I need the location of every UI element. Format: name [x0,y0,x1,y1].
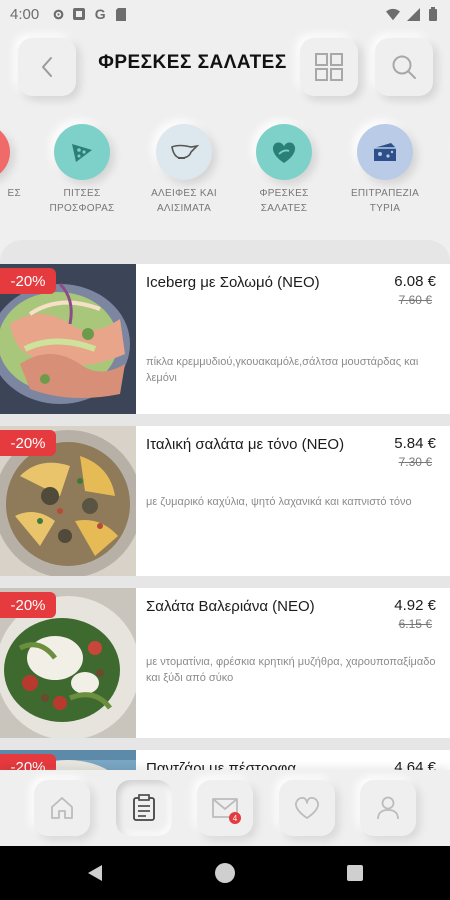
search-icon [392,55,416,79]
system-recents-icon[interactable] [347,865,363,881]
discount-badge: -20% [0,268,56,294]
product-price: 4.92 € [394,597,436,614]
product-old-price: 7.60 € [398,293,432,307]
page-title: ΦΡΕΣΚΕΣ ΣΑΛΑΤΕΣ [98,52,287,73]
bottom-navigation: 4 [0,770,450,846]
product-description: με ντοματίνια, φρέσκια κρητική μυζήθρα, … [146,656,436,684]
wifi-icon [386,7,400,21]
category-item-partial[interactable] [436,112,450,180]
discount-badge: -20% [0,430,56,456]
category-label: ΠΙΤΣΕΣ ΠΡΟΣΦΟΡΑΣ [49,188,115,214]
product-card[interactable]: -20% Ιταλική σαλάτα με τόνο (ΝΕΟ) 5.84 €… [0,426,450,576]
notification-icon [72,7,86,21]
product-card[interactable]: -20% Σαλάτα Βαλεριάνα (ΝΕΟ) 4.92 € 6.15 … [0,588,450,738]
category-item-salads[interactable]: ΦΡΕΣΚΕΣ ΣΑΛΑΤΕΣ [234,112,334,216]
header: ΦΡΕΣΚΕΣ ΣΑΛΑΤΕΣ [0,36,450,98]
category-item-sauces[interactable]: ΑΛΕΙΦΕΣ ΚΑΙ ΑΛΙΣΙΜΑΤΑ [134,112,234,216]
category-strip[interactable]: ΕΣ ΠΙΤΣΕΣ ΠΡΟΣΦΟΡΑΣ ΑΛΕΙΦΕΣ ΚΑΙ ΑΛΙΣΙΜΑΤ… [0,112,450,222]
nav-cart-button[interactable]: 4 [197,780,253,836]
system-navigation-bar [0,846,450,900]
nav-menu-button[interactable] [116,780,172,836]
nav-favorites-button[interactable] [279,780,335,836]
product-image: -20% [0,588,136,738]
nav-profile-button[interactable] [360,780,416,836]
salad-heart-icon [256,124,312,180]
product-old-price: 7.30 € [398,455,432,469]
product-name: Ιταλική σαλάτα με τόνο (ΝΕΟ) [146,436,345,453]
cheese-icon [357,124,413,180]
product-list[interactable]: -20% Iceberg με Σολωμό (ΝΕΟ) 6.08 € 7.60… [0,240,450,780]
category-label: ΕΠΙΤΡΑΠΕΖΙΑ ΤΥΡΙΑ [350,188,420,214]
category-item[interactable]: ΕΣ [0,112,32,201]
product-image: -20% [0,264,136,414]
grid-icon [315,53,343,81]
status-time: 4:00 [10,5,40,23]
product-card[interactable]: -20% Iceberg με Σολωμό (ΝΕΟ) 6.08 € 7.60… [0,264,450,414]
category-label: ΦΡΕΣΚΕΣ ΣΑΛΑΤΕΣ [259,188,309,214]
product-name: Σαλάτα Βαλεριάνα (ΝΕΟ) [146,598,315,615]
heart-icon [295,796,319,819]
product-image: -20% [0,426,136,576]
product-name: Iceberg με Σολωμό (ΝΕΟ) [146,274,320,291]
category-item-cheese[interactable]: ΕΠΙΤΡΑΠΕΖΙΑ ΤΥΡΙΑ [335,112,435,216]
battery-icon [426,7,440,21]
status-bar: 4:00 G [0,0,450,28]
settings-icon [51,7,65,21]
system-home-icon[interactable] [215,863,235,883]
product-description: με ζυμαρικό καχύλια, ψητό λαχανικά και κ… [146,496,412,508]
chevron-left-icon [42,57,52,77]
nav-home-button[interactable] [34,780,90,836]
category-label: ΕΣ [7,188,21,199]
search-button[interactable] [375,38,433,96]
pizza-icon [54,124,110,180]
discount-badge: -20% [0,592,56,618]
system-back-icon[interactable] [86,864,104,882]
sim-card-icon [114,7,128,21]
home-icon [51,797,73,819]
product-price: 6.08 € [394,273,436,290]
gravy-boat-icon [156,124,212,180]
product-price: 5.84 € [394,435,436,452]
signal-icon [406,7,420,21]
user-icon [377,796,399,820]
category-item-pizza[interactable]: ΠΙΤΣΕΣ ΠΡΟΣΦΟΡΑΣ [32,112,132,216]
product-description: πίκλα κρεμμυδιού,γκουακαμόλε,σάλτσα μουσ… [146,356,419,384]
google-icon: G [94,6,106,22]
menu-document-icon [133,794,155,821]
back-button[interactable] [18,38,76,96]
cart-badge: 4 [229,812,241,824]
product-old-price: 6.15 € [398,617,432,631]
grid-view-button[interactable] [300,38,358,96]
category-icon [0,124,10,180]
category-label: ΑΛΕΙΦΕΣ ΚΑΙ ΑΛΙΣΙΜΑΤΑ [151,188,217,214]
